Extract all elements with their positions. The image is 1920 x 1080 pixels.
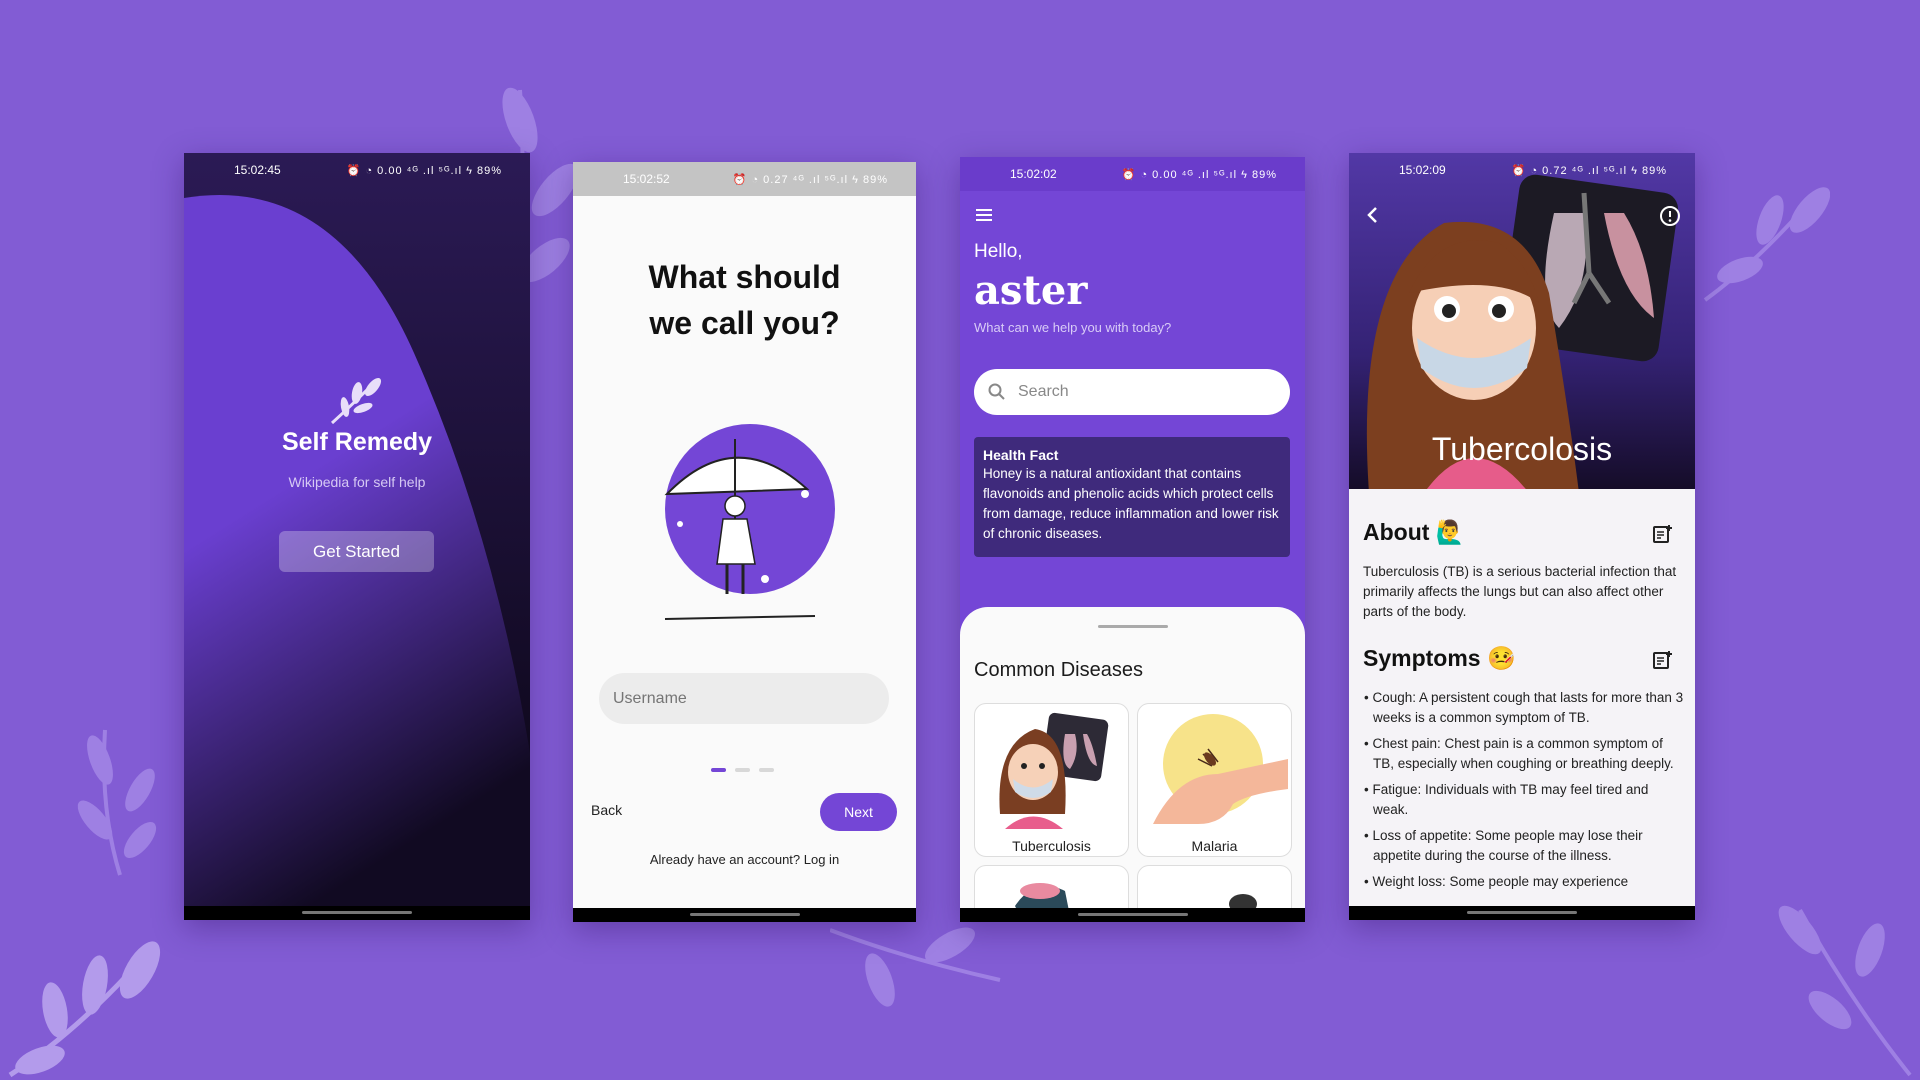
home-screen: 15:02:02 ⏰ ◔ 0.00 ⁴ᴳ .ıl ⁵ᴳ.ıl ϟ 89% Hel… — [960, 157, 1305, 922]
about-text: Tuberculosis (TB) is a serious bacterial… — [1363, 564, 1677, 619]
add-note-icon[interactable] — [1651, 649, 1673, 671]
home-gesture-bar[interactable] — [689, 913, 800, 916]
username-input[interactable] — [599, 673, 889, 724]
status-icons: ⏰ ◔ 0.27 ⁴ᴳ .ıl ⁵ᴳ.ıl ϟ 89% — [732, 173, 888, 186]
status-time: 15:02:09 — [1399, 163, 1446, 177]
status-bar: 15:02:52 ⏰ ◔ 0.27 ⁴ᴳ .ıl ⁵ᴳ.ıl ϟ 89% — [573, 162, 916, 196]
symptoms-list: • Cough: A persistent cough that lasts f… — [1363, 688, 1685, 898]
home-gesture-bar[interactable] — [1077, 913, 1188, 916]
disease-card-malaria[interactable]: Malaria — [1137, 703, 1292, 857]
symptom-item: • Cough: A persistent cough that lasts f… — [1364, 690, 1684, 725]
leaf-decoration-icon — [8, 941, 161, 1078]
health-fact-title: Health Fact — [983, 447, 1059, 463]
symptom-item: • Chest pain: Chest pain is a common sym… — [1364, 736, 1674, 771]
leaf-decoration-icon — [1778, 905, 1912, 1077]
search-icon — [988, 383, 1005, 400]
greeting: Hello, — [974, 241, 1023, 262]
splash-screen: 15:02:45 ⏰ ◔ 0.00 ⁴ᴳ .ıl ⁵ᴳ.ıl ϟ 89% Sel… — [184, 153, 530, 920]
system-nav-bar — [573, 908, 916, 922]
health-fact-body: Honey is a natural antioxidant that cont… — [983, 466, 1279, 541]
common-diseases-sheet: Common Diseases Tuberculosis Malaria — [960, 607, 1305, 922]
symptom-item: • Weight loss: Some people may experienc… — [1364, 874, 1629, 889]
status-time: 15:02:45 — [234, 163, 281, 177]
back-arrow-icon[interactable] — [1363, 205, 1383, 225]
health-fact-card: Health Fact Honey is a natural antioxida… — [974, 437, 1290, 557]
page-dot — [735, 768, 750, 772]
disease-label: Malaria — [1191, 838, 1238, 854]
status-icons: ⏰ ◔ 0.72 ⁴ᴳ .ıl ⁵ᴳ.ıl ϟ 89% — [1511, 164, 1667, 177]
login-link[interactable]: Already have an account? Log in — [573, 852, 916, 867]
disease-card-tuberculosis[interactable]: Tuberculosis — [974, 703, 1129, 857]
help-question: What can we help you with today? — [974, 320, 1172, 335]
hamburger-menu-icon[interactable] — [974, 207, 994, 223]
app-subtitle: Wikipedia for self help — [288, 474, 426, 490]
tuberculosis-illustration — [999, 712, 1109, 829]
name-question-heading: What should we call you? — [573, 254, 916, 346]
add-note-icon[interactable] — [1651, 523, 1673, 545]
status-bar: 15:02:09 ⏰ ◔ 0.72 ⁴ᴳ .ıl ⁵ᴳ.ıl ϟ 89% — [1349, 153, 1695, 187]
system-nav-bar — [184, 906, 530, 920]
status-bar: 15:02:02 ⏰ ◔ 0.00 ⁴ᴳ .ıl ⁵ᴳ.ıl ϟ 89% — [960, 157, 1305, 191]
app-title: Self Remedy — [281, 428, 433, 456]
disease-title: Tubercolosis — [1431, 431, 1613, 467]
common-diseases-title: Common Diseases — [974, 659, 1143, 681]
symptom-item: • Fatigue: Individuals with TB may feel … — [1364, 782, 1649, 817]
malaria-illustration — [1153, 714, 1288, 824]
search-input[interactable]: Search — [1018, 383, 1069, 401]
get-started-button[interactable]: Get Started — [279, 531, 434, 572]
leaf-decoration-icon — [830, 927, 1001, 1007]
disease-label: Tuberculosis — [1012, 838, 1091, 854]
status-time: 15:02:52 — [623, 172, 670, 186]
next-button[interactable]: Next — [820, 793, 897, 831]
status-icons: ⏰ ◔ 0.00 ⁴ᴳ .ıl ⁵ᴳ.ıl ϟ 89% — [346, 164, 502, 177]
info-icon[interactable] — [1659, 205, 1681, 227]
system-nav-bar — [1349, 906, 1695, 920]
sheet-drag-handle[interactable] — [1098, 625, 1168, 628]
system-nav-bar — [960, 908, 1305, 922]
symptom-item: • Loss of appetite: Some people may lose… — [1364, 828, 1643, 863]
search-bar[interactable]: Search — [974, 369, 1290, 415]
symptoms-title: Symptoms 🤒 — [1363, 645, 1516, 671]
home-gesture-bar[interactable] — [302, 911, 412, 914]
leaf-decoration-icon — [1703, 187, 1830, 302]
username-display: aster — [974, 267, 1088, 314]
about-title: About 🙋‍♂️ — [1363, 519, 1465, 545]
back-button[interactable]: Back — [591, 802, 622, 818]
status-time: 15:02:02 — [1010, 167, 1057, 181]
page-indicator — [711, 768, 774, 772]
onboarding-screen: 15:02:52 ⏰ ◔ 0.27 ⁴ᴳ .ıl ⁵ᴳ.ıl ϟ 89% Wha… — [573, 162, 916, 922]
page-dot — [759, 768, 774, 772]
umbrella-girl-illustration — [664, 424, 835, 620]
status-bar: 15:02:45 ⏰ ◔ 0.00 ⁴ᴳ .ıl ⁵ᴳ.ıl ϟ 89% — [184, 153, 530, 187]
status-icons: ⏰ ◔ 0.00 ⁴ᴳ .ıl ⁵ᴳ.ıl ϟ 89% — [1121, 168, 1277, 181]
page-dot-active — [711, 768, 726, 772]
home-gesture-bar[interactable] — [1467, 911, 1577, 914]
disease-detail-screen: 15:02:09 ⏰ ◔ 0.72 ⁴ᴳ .ıl ⁵ᴳ.ıl ϟ 89% Tub… — [1349, 153, 1695, 920]
question-line-2: we call you? — [649, 305, 840, 341]
leaf-decoration-icon — [77, 729, 157, 876]
question-line-1: What should — [648, 259, 841, 295]
leaf-icon — [330, 377, 382, 425]
